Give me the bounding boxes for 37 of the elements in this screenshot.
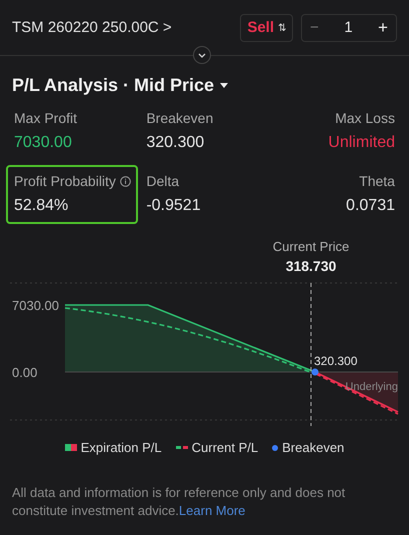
stat-value: -0.9521 xyxy=(146,196,201,216)
solid-legend-icon xyxy=(64,444,77,452)
legend-label: Breakeven xyxy=(282,439,344,457)
stat-value: Unlimited xyxy=(328,133,395,153)
disclaimer-text: All data and information is for reference only and does not constitute investment advice.Learn More xyxy=(11,484,346,520)
stat-label: Profit Probability xyxy=(14,172,116,191)
current-price-value: 318.730 xyxy=(286,258,336,274)
dot-legend-icon xyxy=(272,444,278,451)
contract-name[interactable]: TSM 260220 250.00C > xyxy=(12,16,172,40)
legend-label: Current P/L xyxy=(192,439,258,457)
stat-label: Theta xyxy=(359,172,395,191)
breakeven-point xyxy=(312,368,318,376)
analysis-title[interactable]: P/L Analysis · Mid Price xyxy=(12,72,214,98)
learn-more-link[interactable]: Learn More xyxy=(178,502,246,518)
chevron-down-icon xyxy=(198,52,206,58)
stat-value: 52.84% xyxy=(14,196,68,216)
x-axis-label: Underlying xyxy=(345,381,398,393)
expand-button[interactable] xyxy=(193,46,211,64)
dropdown-caret-icon[interactable] xyxy=(220,82,228,88)
plus-button[interactable]: + xyxy=(378,15,388,41)
stat-label: Max Profit xyxy=(14,109,78,128)
stat-value: 320.300 xyxy=(146,133,204,153)
stat-label: Breakeven xyxy=(146,109,214,128)
breakeven-label: 320.300 xyxy=(314,354,358,368)
stat-label: Delta xyxy=(146,172,180,191)
quantity-field[interactable]: 1 xyxy=(344,16,353,40)
stat-value: 7030.00 xyxy=(14,133,72,153)
info-icon[interactable] xyxy=(120,176,131,187)
minus-button[interactable]: − xyxy=(310,16,319,40)
side-toggle[interactable]: Sell ⇅ xyxy=(240,14,293,42)
stat-value: 0.0731 xyxy=(346,196,395,216)
legend-label: Expiration P/L xyxy=(80,439,162,457)
dashed-legend-icon xyxy=(176,446,188,450)
current-price-label: Current Price xyxy=(272,239,350,254)
stat-label: Max Loss xyxy=(335,109,395,128)
y-axis-label: 7030.00 xyxy=(12,298,59,313)
y-axis-label: 0.00 xyxy=(12,365,38,380)
